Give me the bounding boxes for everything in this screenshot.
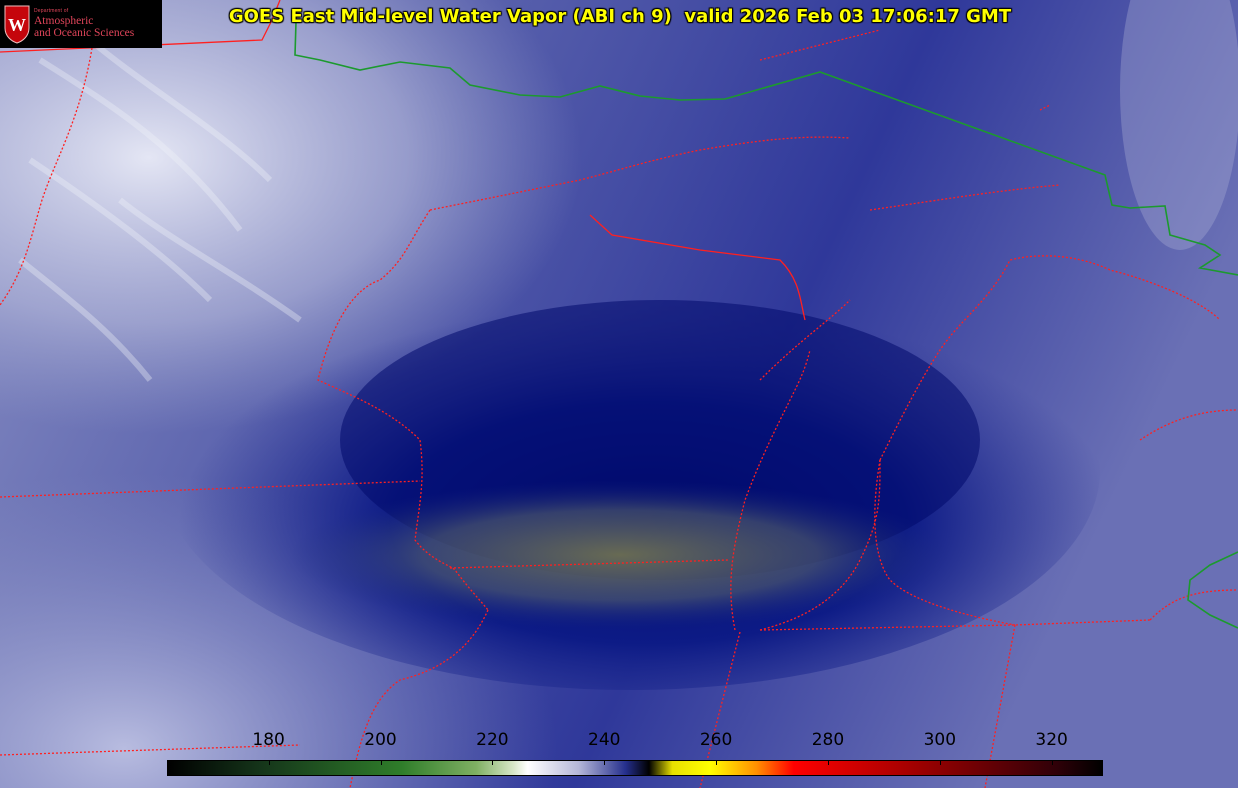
colorbar-tick-mark — [827, 760, 829, 765]
logo-line-1: Atmospheric — [34, 14, 94, 27]
colorbar-tick-label: 300 — [923, 730, 957, 750]
colorbar-tick-mark — [380, 760, 382, 765]
crest-icon: W — [4, 5, 30, 44]
colorbar-tick-label: 240 — [588, 730, 621, 750]
colorbar-tick-mark — [1051, 760, 1053, 765]
logo-line-2: and Oceanic Sciences — [34, 26, 135, 39]
colorbar-tick-mark — [939, 760, 941, 765]
svg-text:W: W — [8, 15, 26, 35]
colorbar-tick-label: 320 — [1035, 730, 1068, 750]
water-vapor-image — [0, 0, 1238, 788]
colorbar-tick-mark — [604, 760, 606, 765]
colorbar-tick-mark — [492, 760, 494, 765]
map-view: W Department of Atmospheric and Oceanic … — [0, 0, 1238, 788]
colorbar-tick-label: 280 — [811, 730, 845, 750]
image-title: GOES East Mid-level Water Vapor (ABI ch … — [228, 6, 1012, 27]
logo-text: Department of Atmospheric and Oceanic Sc… — [34, 9, 135, 39]
colorbar-tick-mark — [716, 760, 718, 765]
colorbar — [167, 760, 1103, 776]
university-logo: W Department of Atmospheric and Oceanic … — [0, 0, 162, 48]
colorbar-tick-label: 220 — [476, 730, 509, 750]
colorbar-tick-label: 260 — [699, 730, 733, 750]
colorbar-tick-mark — [268, 760, 270, 765]
colorbar-tick-label: 180 — [252, 730, 285, 750]
colorbar-tick-label: 200 — [364, 730, 397, 750]
